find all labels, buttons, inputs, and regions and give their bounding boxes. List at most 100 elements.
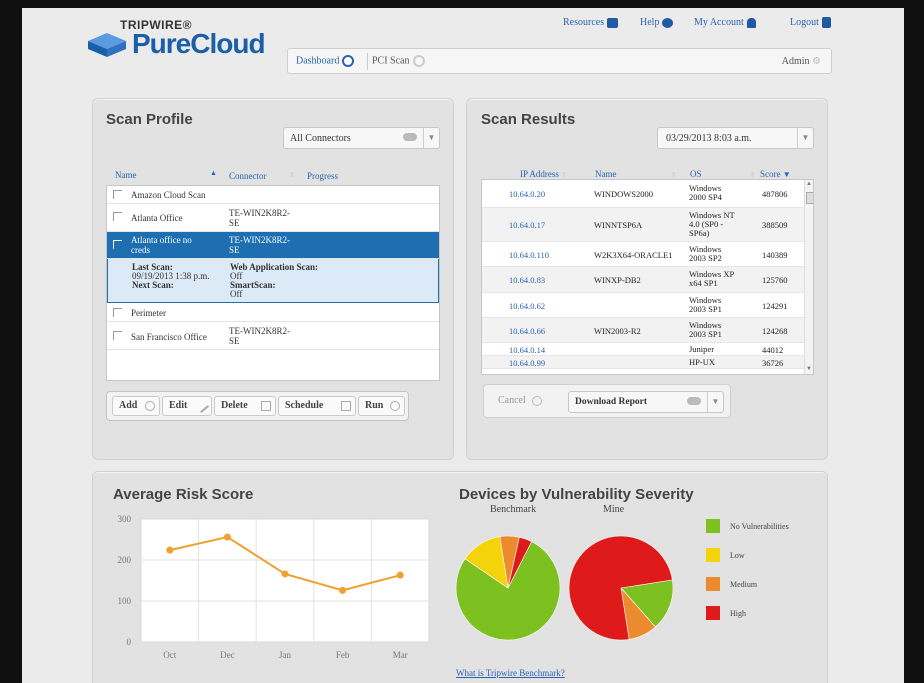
legend-no-vulnerabilities: No Vulnerabilities [706,519,789,533]
list-item[interactable]: Atlanta Office TE-WIN2K8R2- SE [107,204,439,232]
dashboard-gauge-icon [342,55,355,67]
speech-bubble-icon [662,17,674,28]
legend-medium: Medium [706,577,757,591]
tab-pci-scan[interactable]: PCI Scan [372,55,425,67]
add-button[interactable]: Add [112,396,160,416]
x-tick-label: Feb [336,650,350,660]
download-report-dropdown[interactable]: Download Report ▼ [568,391,724,413]
tab-dashboard[interactable]: Dashboard [296,55,355,67]
trash-icon [261,401,271,411]
checkbox[interactable] [113,190,122,199]
sort-asc-icon[interactable]: ▲ [210,170,217,177]
scan-profile-list: Amazon Cloud Scan Atlanta Office TE-WIN2… [106,185,440,381]
pci-scan-icon [412,55,425,67]
data-point [396,571,404,579]
checkbox[interactable] [113,308,122,317]
edit-button[interactable]: Edit [162,396,212,416]
data-point [281,570,289,578]
delete-button[interactable]: Delete [214,396,276,416]
scroll-down-icon[interactable]: ▼ [806,366,812,372]
y-tick-label: 300 [118,514,132,524]
results-toolbar: Cancel Download Report ▼ [483,384,731,418]
x-tick-label: Jan [279,650,291,660]
table-row[interactable]: 10.64.0.83 WINXP-DB2 Windows XP x64 SP1 … [482,267,804,293]
tab-divider [367,53,368,70]
col-header-name[interactable]: Name ⇕ [595,169,677,179]
scan-detail-panel: Last Scan: 09/19/2013 1:38 p.m. Next Sca… [107,259,439,303]
scan-results-table: 10.64.0.20 WINDOWS2000 Windows 2000 SP4 … [481,179,814,375]
legend-swatch [706,577,720,591]
legend-high: High [706,606,746,620]
nav-resources[interactable]: Resources [563,17,619,28]
checkbox[interactable] [113,212,122,221]
nav-my-account[interactable]: My Account [694,17,756,28]
y-tick-label: 0 [127,637,132,647]
cancel-button[interactable]: Cancel [498,395,543,406]
scan-results-panel: Scan Results 03/29/2013 8:03 a.m. ▼ IP A… [466,98,828,460]
col-header-name[interactable]: Name [115,170,137,180]
col-header-progress[interactable]: Progress [307,171,338,181]
connector-filter-dropdown[interactable]: All Connectors ▼ [283,127,440,149]
scrollbar-thumb[interactable] [806,192,813,204]
y-tick-label: 100 [118,596,132,606]
sort-icon: ⇕ [561,171,568,179]
calendar-icon [341,401,351,411]
col-header-score[interactable]: Score ▼ [760,169,791,179]
list-item-selected[interactable]: Atlanta office no creds TE-WIN2K8R2- SE [107,232,439,259]
checkbox[interactable] [113,331,122,340]
table-row[interactable]: 10.64.0.66 WIN2003-R2 Windows 2003 SP1 1… [482,318,804,343]
lock-icon [821,17,831,28]
checkbox[interactable] [113,240,122,249]
scrollbar[interactable]: ▲ ▼ [804,180,813,374]
sort-desc-icon: ▼ [782,170,791,179]
brand-logo: PureCloud [132,28,266,59]
nav-help[interactable]: Help [640,17,674,28]
table-row[interactable]: 10.64.0.110 W2K3X64-ORACLE1 Windows 2003… [482,242,804,267]
legend-low: Low [706,548,745,562]
col-header-os[interactable]: OS ⇕ [690,169,756,179]
legend-swatch [706,548,720,562]
table-row[interactable]: 10.64.0.62 Windows 2003 SP1 124291 [482,293,804,318]
benchmark-info-link[interactable]: What is Tripwire Benchmark? [456,668,565,678]
nav-logout[interactable]: Logout [790,17,831,28]
scan-date-dropdown[interactable]: 03/29/2013 8:03 a.m. ▼ [657,127,814,149]
legend-swatch [706,606,720,620]
sort-icon[interactable]: ⇕ [289,171,295,179]
book-icon [607,17,619,28]
data-point [223,533,231,541]
run-button[interactable]: Run [358,396,405,416]
data-point [166,546,174,554]
sort-icon: ⇕ [670,171,677,179]
table-row[interactable]: 10.64.0.17 WINNTSP6A Windows NT 4.0 (SP0… [482,208,804,242]
list-item[interactable]: San Francisco Office TE-WIN2K8R2- SE [107,322,439,350]
chevron-down-icon: ▼ [797,128,813,148]
col-header-connector[interactable]: Connector [229,171,267,181]
list-item[interactable]: Amazon Cloud Scan [107,186,439,204]
table-row[interactable]: 10.64.0.14 Juniper 44012 [482,343,804,356]
x-tick-label: Oct [163,650,176,660]
legend-swatch [706,519,720,533]
table-row[interactable]: 10.64.0.20 WINDOWS2000 Windows 2000 SP4 … [482,180,804,208]
x-tick-label: Mar [393,650,408,660]
table-row[interactable]: 10.64.0.99 HP-UX 36726 [482,356,804,369]
settings-icon: ⚙ [812,56,821,67]
cloud-icon [403,133,417,141]
admin-menu[interactable]: Admin ⚙ [782,56,821,67]
col-header-ip[interactable]: IP Address ⇕ [520,169,567,179]
chevron-down-icon: ▼ [423,128,439,148]
list-item[interactable]: Perimeter [107,303,439,322]
scan-profile-panel: Scan Profile All Connectors ▼ Name ▲ Con… [92,98,454,460]
y-tick-label: 200 [118,555,132,565]
chevron-down-icon: ▼ [707,392,723,412]
plus-circle-icon [145,401,155,411]
sort-icon: ⇕ [749,171,756,179]
devices-chart-title: Devices by Vulnerability Severity [459,486,694,503]
cloud-icon [687,397,701,405]
user-icon [746,17,756,28]
app-frame: TRIPWIRE® PureCloud Resources Help My Ac… [22,8,904,683]
cancel-icon [532,395,543,406]
dashboard-charts-panel: Average Risk Score Devices by Vulnerabil… [92,471,828,683]
scroll-up-icon[interactable]: ▲ [806,181,812,187]
schedule-button[interactable]: Schedule [278,396,356,416]
scan-profile-toolbar: Add Edit Delete Schedule Run [106,391,409,421]
